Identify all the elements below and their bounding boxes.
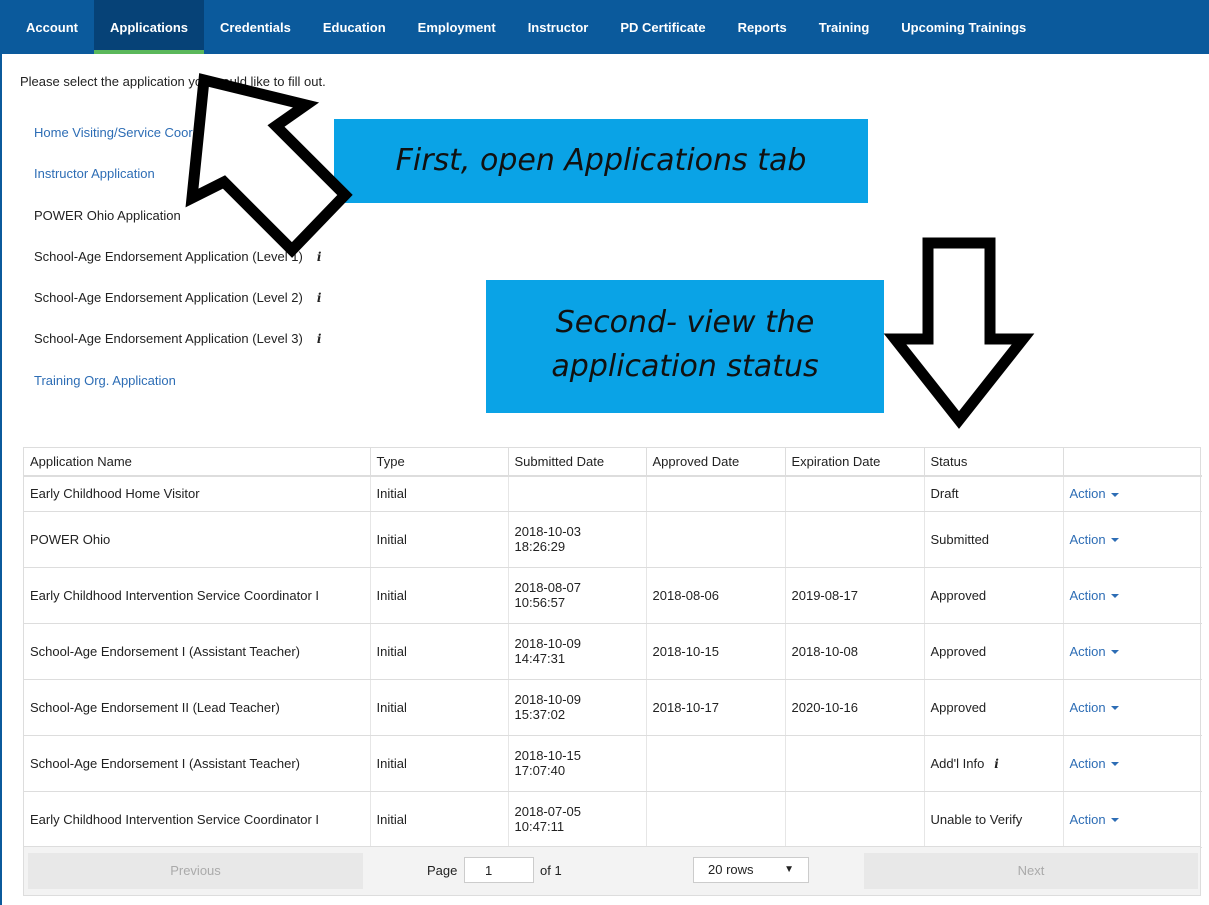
arrow-down-icon [883, 237, 1035, 429]
